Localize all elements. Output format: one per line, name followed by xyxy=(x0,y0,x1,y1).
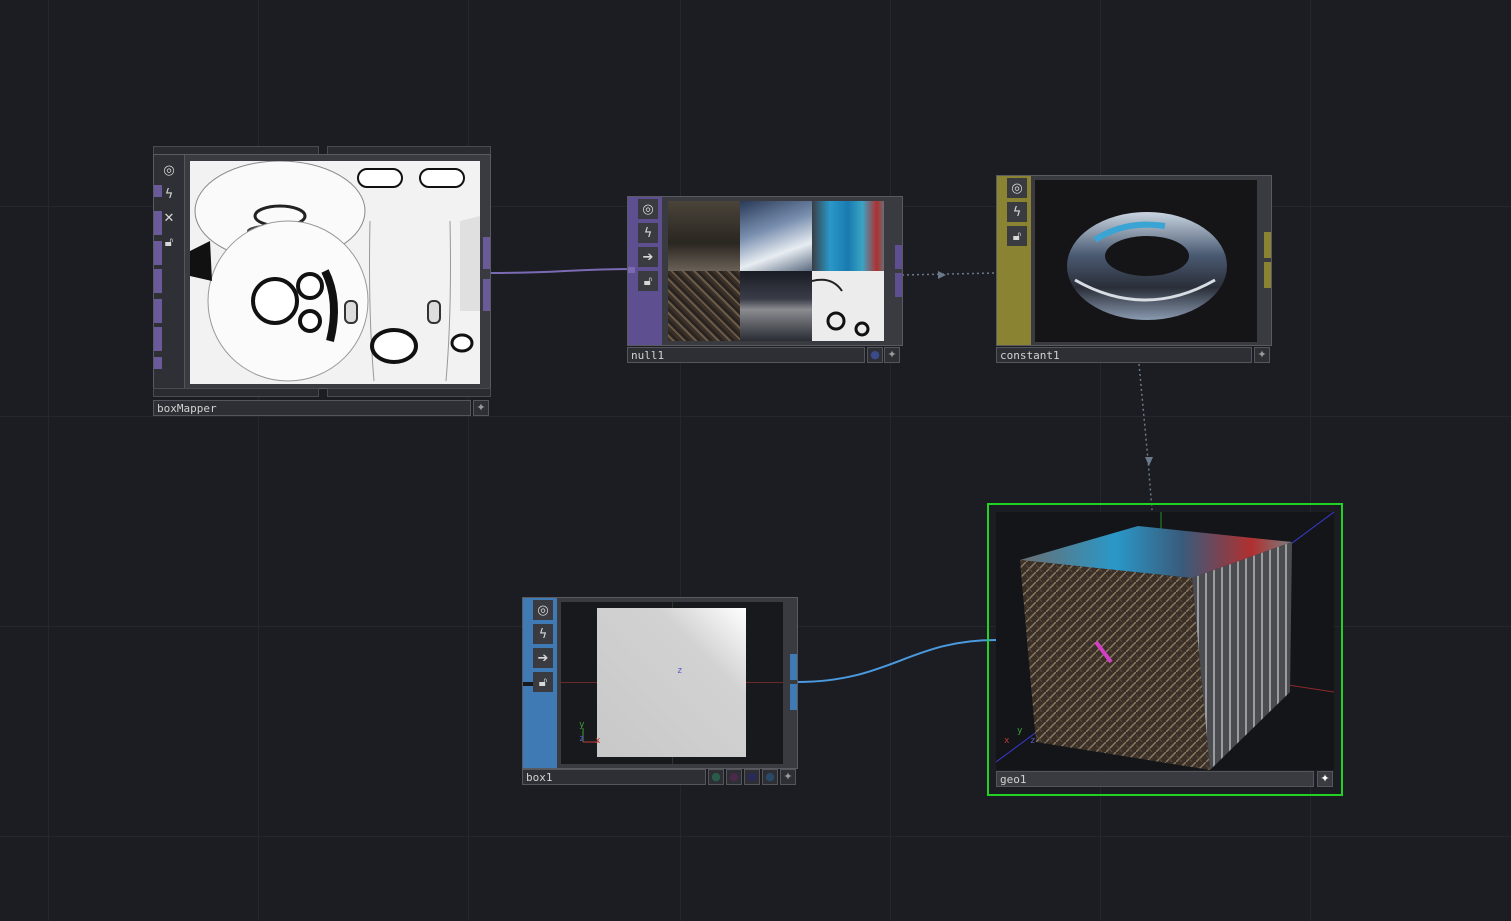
cube-side-face xyxy=(1192,542,1292,770)
node-viewer-geo1[interactable]: x y z xyxy=(996,512,1334,770)
image-cell-uvmap xyxy=(811,271,884,341)
viewer-active-icon[interactable]: ◎ xyxy=(533,600,553,620)
wire-boxmapper-to-null1[interactable] xyxy=(489,268,637,274)
output-connector[interactable] xyxy=(483,237,490,269)
wire-box1-to-geo1[interactable] xyxy=(796,639,997,683)
node-expand-icon[interactable]: ✦ xyxy=(473,400,489,416)
input-connector[interactable] xyxy=(628,267,635,273)
node-expand-icon[interactable]: ✦ xyxy=(1317,771,1333,787)
node-footer-tab xyxy=(153,388,319,397)
image-cell-sky xyxy=(740,201,812,271)
wire-constant1-to-geo1[interactable] xyxy=(1138,363,1153,511)
node-expand-icon[interactable]: ✦ xyxy=(884,347,900,363)
axis-label-z: z xyxy=(1030,736,1036,746)
axis-label-y: y xyxy=(579,720,585,730)
viewer-active-icon[interactable]: ◎ xyxy=(1007,178,1027,198)
node-footer-tab xyxy=(327,388,491,397)
node-viewer-box1[interactable]: z y z x xyxy=(561,602,783,764)
axis-label-x: x xyxy=(595,736,601,746)
node-name-field[interactable]: constant1 xyxy=(996,347,1252,363)
uv-map-preview xyxy=(190,161,480,384)
output-connector[interactable] xyxy=(1264,262,1271,288)
node-frame: ◎ ϟ ➔ 🔓︎ z y z x xyxy=(522,597,798,769)
node-name-field[interactable]: box1 xyxy=(522,769,706,785)
wire-arrow-right xyxy=(938,271,946,279)
node-name-field[interactable]: null1 xyxy=(627,347,865,363)
axis-label-y: y xyxy=(1017,726,1023,736)
wire-null1-to-constant1[interactable] xyxy=(901,272,997,276)
node-geo1[interactable]: x y z geo1 ✦ xyxy=(987,503,1343,796)
cook-icon[interactable]: ϟ xyxy=(1007,202,1027,222)
wire-arrow-down xyxy=(1145,457,1153,466)
box-face xyxy=(597,608,746,757)
output-connector[interactable] xyxy=(483,279,490,311)
cube-front-face xyxy=(1020,560,1210,770)
node-name-field[interactable]: boxMapper xyxy=(153,400,471,416)
viewport-axis-label: z xyxy=(677,666,683,676)
lock-icon[interactable]: 🔓︎ xyxy=(159,232,179,252)
cook-icon[interactable]: ϟ xyxy=(533,624,553,644)
node-constant1[interactable]: ◎ ϟ 🔓︎ constant1 ✦ xyxy=(996,175,1272,365)
node-expand-icon[interactable]: ✦ xyxy=(1254,347,1270,363)
image-cell-city xyxy=(740,271,812,341)
node-flag-dot[interactable]: ● xyxy=(726,769,742,785)
axis-label-z: z xyxy=(579,734,585,744)
cook-icon[interactable]: ϟ xyxy=(159,184,179,204)
export-icon[interactable]: ➔ xyxy=(533,648,553,668)
node-flag-dot[interactable]: ● xyxy=(708,769,724,785)
node-frame: ◎ ϟ ✕ 🔓︎ xyxy=(153,154,491,389)
node-viewer-constant1[interactable] xyxy=(1035,180,1257,342)
node-flag-strip: ◎ ϟ 🔓︎ xyxy=(997,176,1031,345)
image-cell-branches xyxy=(668,271,740,341)
export-icon[interactable]: ➔ xyxy=(638,247,658,267)
output-connector[interactable] xyxy=(1264,232,1271,258)
cook-icon[interactable]: ϟ xyxy=(638,223,658,243)
image-cell-church xyxy=(668,201,740,271)
node-flag-dot[interactable]: ● xyxy=(867,347,883,363)
axis-label-x: x xyxy=(1004,736,1010,746)
lock-icon[interactable]: 🔓︎ xyxy=(638,271,658,291)
output-connector[interactable] xyxy=(895,273,902,297)
output-connector[interactable] xyxy=(790,654,797,680)
lock-icon[interactable]: 🔓︎ xyxy=(1007,226,1027,246)
node-viewer-null1[interactable] xyxy=(668,201,884,341)
node-frame: ◎ ϟ ➔ 🔓︎ xyxy=(627,196,903,346)
node-flag-dot[interactable]: ● xyxy=(762,769,778,785)
lock-icon[interactable]: 🔓︎ xyxy=(533,672,553,692)
image-cell-barrels xyxy=(812,201,884,271)
node-expand-icon[interactable]: ✦ xyxy=(780,769,796,785)
input-connector[interactable] xyxy=(523,682,533,686)
node-name-field[interactable]: geo1 xyxy=(996,771,1314,787)
output-connector[interactable] xyxy=(895,245,902,269)
node-frame: ◎ ϟ 🔓︎ xyxy=(996,175,1272,346)
node-viewer-boxmapper[interactable] xyxy=(190,161,480,384)
torus-preview xyxy=(1067,212,1227,320)
node-null1[interactable]: ◎ ϟ ➔ 🔓︎ null1 ● ✦ xyxy=(627,196,903,364)
output-connector[interactable] xyxy=(790,684,797,710)
viewer-active-icon[interactable]: ◎ xyxy=(159,160,179,180)
viewer-active-icon[interactable]: ◎ xyxy=(638,199,658,219)
bypass-icon[interactable]: ✕ xyxy=(159,208,179,228)
node-boxmapper[interactable]: ◎ ϟ ✕ 🔓︎ boxMapper ✦ xyxy=(153,146,491,418)
node-box1[interactable]: ◎ ϟ ➔ 🔓︎ z y z x box1 ● ● ● ● ✦ xyxy=(522,597,798,787)
node-flag-dot[interactable]: ● xyxy=(744,769,760,785)
cube-preview xyxy=(996,512,1334,770)
